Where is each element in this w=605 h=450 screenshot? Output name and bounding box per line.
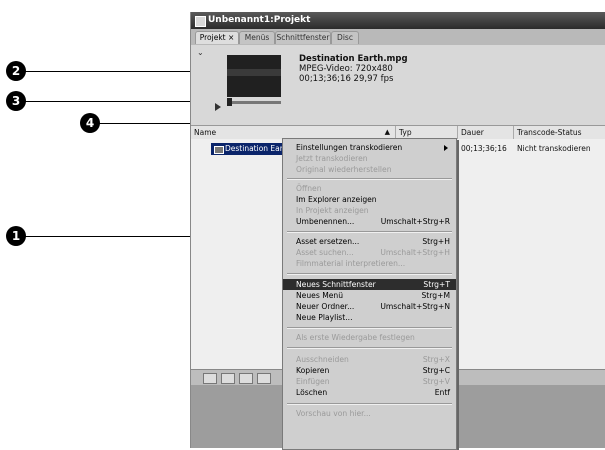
menu-item-new-timeline[interactable]: Neues Schnittfenster Strg+T	[283, 279, 456, 290]
menu-item-new-menu[interactable]: Neues Menü Strg+M	[283, 290, 456, 301]
window-titlebar[interactable]: Unbenannt1:Projekt	[191, 12, 605, 29]
preview-area: ⌄ Destination Earth.mpg MPEG-Video: 720x…	[191, 45, 605, 125]
menu-item-first-play[interactable]: Als erste Wiedergabe festlegen	[283, 332, 456, 343]
menu-item-rename[interactable]: Umbenennen... Umschalt+Strg+R	[283, 216, 456, 227]
menu-item-open[interactable]: Öffnen	[283, 183, 456, 194]
menu-item-transcode-now[interactable]: Jetzt transkodieren	[283, 153, 456, 164]
menu-item-copy[interactable]: Kopieren Strg+C	[283, 365, 456, 376]
icon-view-button[interactable]	[221, 373, 235, 384]
video-file-icon	[214, 146, 224, 154]
callout-2-line	[25, 71, 213, 72]
menu-item-interpret-footage[interactable]: Filmmaterial interpretieren...	[283, 258, 456, 269]
menu-item-new-playlist[interactable]: Neue Playlist...	[283, 312, 456, 323]
menu-item-cut[interactable]: Ausschneiden Strg+X	[283, 354, 456, 365]
menu-item-new-folder[interactable]: Neuer Ordner... Umschalt+Strg+N	[283, 301, 456, 312]
menu-separator	[287, 273, 452, 275]
asset-row-status: Nicht transkodieren	[517, 144, 591, 153]
callout-2: 2	[6, 61, 26, 81]
clip-timing: 00;13;36;16 29,97 fps	[299, 74, 394, 84]
new-item-button[interactable]	[239, 373, 253, 384]
tab-schnittfenster[interactable]: Schnittfenster	[275, 31, 331, 44]
menu-separator	[287, 403, 452, 405]
list-view-button[interactable]	[203, 373, 217, 384]
preview-scrub-handle[interactable]	[227, 98, 232, 106]
callout-1-line-h	[25, 236, 206, 237]
column-duration[interactable]: Dauer	[458, 126, 514, 139]
menu-item-show-project[interactable]: In Projekt anzeigen	[283, 205, 456, 216]
chevron-down-icon[interactable]: ⌄	[197, 48, 204, 57]
folder-button[interactable]	[257, 373, 271, 384]
clip-filename: Destination Earth.mpg	[299, 54, 408, 64]
asset-row-duration: 00;13;36;16	[461, 144, 507, 153]
menu-separator	[287, 347, 452, 349]
menu-separator	[287, 231, 452, 233]
tab-disc[interactable]: Disc	[331, 31, 359, 44]
callout-3: 3	[6, 91, 26, 111]
callout-1: 1	[6, 226, 26, 246]
preview-progress-bar[interactable]	[227, 101, 281, 104]
window-icon	[195, 16, 206, 27]
column-name-label: Name	[194, 128, 217, 137]
submenu-arrow-icon	[444, 145, 448, 151]
menu-item-restore-original[interactable]: Original wiederherstellen	[283, 164, 456, 175]
menu-item-preview-from-here[interactable]: Vorschau von hier...	[283, 408, 456, 419]
menu-item-delete[interactable]: Löschen Entf	[283, 387, 456, 398]
play-icon[interactable]	[215, 103, 221, 111]
menu-separator	[287, 327, 452, 329]
video-thumbnail	[227, 55, 281, 97]
menu-item-find-asset[interactable]: Asset suchen... Umschalt+Strg+H	[283, 247, 456, 258]
tab-projekt[interactable]: Projekt ×	[195, 31, 239, 44]
clip-format: MPEG-Video: 720x480	[299, 64, 393, 74]
tab-menus[interactable]: Menüs	[239, 31, 275, 44]
tab-bar: Projekt × Menüs Schnittfenster Disc	[191, 29, 605, 46]
menu-item-replace-asset[interactable]: Asset ersetzen... Strg+H	[283, 236, 456, 247]
menu-separator	[287, 178, 452, 180]
window-title: Unbenannt1:Projekt	[208, 15, 311, 25]
menu-item-paste[interactable]: Einfügen Strg+V	[283, 376, 456, 387]
menu-item-transcode-settings[interactable]: Einstellungen transkodieren	[283, 142, 456, 153]
context-menu: Einstellungen transkodieren Jetzt transk…	[282, 138, 457, 450]
column-transcode-status[interactable]: Transcode-Status	[514, 126, 605, 139]
callout-4: 4	[80, 113, 100, 133]
menu-item-show-explorer[interactable]: Im Explorer anzeigen	[283, 194, 456, 205]
callout-3-line	[25, 101, 215, 102]
